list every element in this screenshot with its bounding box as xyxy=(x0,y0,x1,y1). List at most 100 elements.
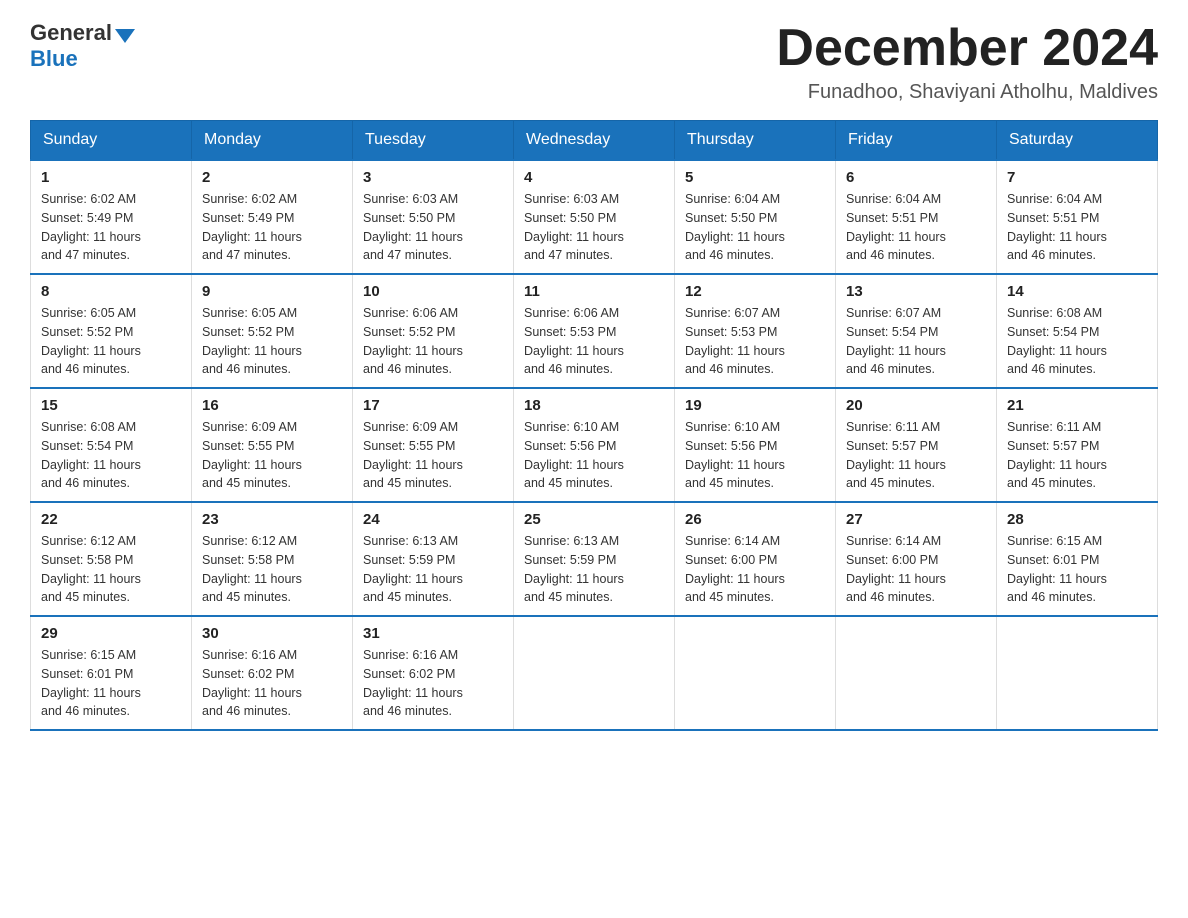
calendar-cell: 26 Sunrise: 6:14 AMSunset: 6:00 PMDayligh… xyxy=(675,502,836,616)
calendar-cell: 10 Sunrise: 6:06 AMSunset: 5:52 PMDayligh… xyxy=(353,274,514,388)
calendar-cell: 2 Sunrise: 6:02 AMSunset: 5:49 PMDaylight… xyxy=(192,160,353,274)
calendar-cell: 12 Sunrise: 6:07 AMSunset: 5:53 PMDayligh… xyxy=(675,274,836,388)
day-number: 14 xyxy=(1007,283,1147,300)
calendar-header-thursday: Thursday xyxy=(675,121,836,161)
day-number: 17 xyxy=(363,397,503,414)
calendar-cell: 8 Sunrise: 6:05 AMSunset: 5:52 PMDaylight… xyxy=(31,274,192,388)
calendar-cell: 4Sunrise: 6:03 AMSunset: 5:50 PMDaylight… xyxy=(514,160,675,274)
day-info: Sunrise: 6:13 AMSunset: 5:59 PMDaylight:… xyxy=(363,532,503,607)
day-number: 8 xyxy=(41,283,181,300)
day-number: 1 xyxy=(41,169,181,186)
calendar-cell xyxy=(836,616,997,730)
day-number: 19 xyxy=(685,397,825,414)
day-info: Sunrise: 6:14 AMSunset: 6:00 PMDaylight:… xyxy=(846,532,986,607)
calendar-cell: 3Sunrise: 6:03 AMSunset: 5:50 PMDaylight… xyxy=(353,160,514,274)
day-info: Sunrise: 6:06 AMSunset: 5:52 PMDaylight:… xyxy=(363,304,503,379)
calendar-cell: 25Sunrise: 6:13 AMSunset: 5:59 PMDayligh… xyxy=(514,502,675,616)
day-info: Sunrise: 6:06 AMSunset: 5:53 PMDaylight:… xyxy=(524,304,664,379)
calendar-cell xyxy=(997,616,1158,730)
logo: General Blue xyxy=(30,20,135,72)
day-info: Sunrise: 6:12 AMSunset: 5:58 PMDaylight:… xyxy=(202,532,342,607)
day-info: Sunrise: 6:05 AMSunset: 5:52 PMDaylight:… xyxy=(41,304,181,379)
day-info: Sunrise: 6:07 AMSunset: 5:53 PMDaylight:… xyxy=(685,304,825,379)
day-info: Sunrise: 6:09 AMSunset: 5:55 PMDaylight:… xyxy=(363,418,503,493)
calendar-cell: 30Sunrise: 6:16 AMSunset: 6:02 PMDayligh… xyxy=(192,616,353,730)
day-number: 28 xyxy=(1007,511,1147,528)
day-info: Sunrise: 6:15 AMSunset: 6:01 PMDaylight:… xyxy=(1007,532,1147,607)
day-info: Sunrise: 6:07 AMSunset: 5:54 PMDaylight:… xyxy=(846,304,986,379)
day-number: 18 xyxy=(524,397,664,414)
calendar-cell: 6 Sunrise: 6:04 AMSunset: 5:51 PMDaylight… xyxy=(836,160,997,274)
day-info: Sunrise: 6:04 AMSunset: 5:50 PMDaylight:… xyxy=(685,190,825,265)
location-title: Funadhoo, Shaviyani Atholhu, Maldives xyxy=(776,81,1158,104)
calendar-cell: 1 Sunrise: 6:02 AMSunset: 5:49 PMDaylight… xyxy=(31,160,192,274)
day-number: 25 xyxy=(524,511,664,528)
calendar-cell: 9Sunrise: 6:05 AMSunset: 5:52 PMDaylight… xyxy=(192,274,353,388)
calendar-week-2: 8 Sunrise: 6:05 AMSunset: 5:52 PMDaylight… xyxy=(31,274,1158,388)
calendar-cell: 5 Sunrise: 6:04 AMSunset: 5:50 PMDaylight… xyxy=(675,160,836,274)
day-number: 22 xyxy=(41,511,181,528)
day-number: 11 xyxy=(524,283,664,300)
calendar-cell: 19 Sunrise: 6:10 AMSunset: 5:56 PMDayligh… xyxy=(675,388,836,502)
calendar-week-5: 29 Sunrise: 6:15 AMSunset: 6:01 PMDayligh… xyxy=(31,616,1158,730)
calendar-table: SundayMondayTuesdayWednesdayThursdayFrid… xyxy=(30,120,1158,731)
day-info: Sunrise: 6:05 AMSunset: 5:52 PMDaylight:… xyxy=(202,304,342,379)
day-number: 26 xyxy=(685,511,825,528)
day-number: 2 xyxy=(202,169,342,186)
day-number: 16 xyxy=(202,397,342,414)
day-number: 10 xyxy=(363,283,503,300)
calendar-header-wednesday: Wednesday xyxy=(514,121,675,161)
day-info: Sunrise: 6:04 AMSunset: 5:51 PMDaylight:… xyxy=(846,190,986,265)
day-info: Sunrise: 6:10 AMSunset: 5:56 PMDaylight:… xyxy=(685,418,825,493)
calendar-cell: 27 Sunrise: 6:14 AMSunset: 6:00 PMDayligh… xyxy=(836,502,997,616)
calendar-cell: 18Sunrise: 6:10 AMSunset: 5:56 PMDayligh… xyxy=(514,388,675,502)
day-number: 5 xyxy=(685,169,825,186)
page-header: General Blue December 2024 Funadhoo, Sha… xyxy=(30,20,1158,104)
logo-blue-text: Blue xyxy=(30,46,78,72)
calendar-cell: 16 Sunrise: 6:09 AMSunset: 5:55 PMDayligh… xyxy=(192,388,353,502)
day-info: Sunrise: 6:15 AMSunset: 6:01 PMDaylight:… xyxy=(41,646,181,721)
day-number: 7 xyxy=(1007,169,1147,186)
day-info: Sunrise: 6:16 AMSunset: 6:02 PMDaylight:… xyxy=(363,646,503,721)
day-info: Sunrise: 6:09 AMSunset: 5:55 PMDaylight:… xyxy=(202,418,342,493)
day-info: Sunrise: 6:08 AMSunset: 5:54 PMDaylight:… xyxy=(1007,304,1147,379)
calendar-header-tuesday: Tuesday xyxy=(353,121,514,161)
day-info: Sunrise: 6:04 AMSunset: 5:51 PMDaylight:… xyxy=(1007,190,1147,265)
calendar-cell: 17 Sunrise: 6:09 AMSunset: 5:55 PMDayligh… xyxy=(353,388,514,502)
day-number: 6 xyxy=(846,169,986,186)
day-number: 15 xyxy=(41,397,181,414)
day-number: 4 xyxy=(524,169,664,186)
calendar-header-sunday: Sunday xyxy=(31,121,192,161)
calendar-week-3: 15 Sunrise: 6:08 AMSunset: 5:54 PMDayligh… xyxy=(31,388,1158,502)
day-info: Sunrise: 6:12 AMSunset: 5:58 PMDaylight:… xyxy=(41,532,181,607)
calendar-cell: 24Sunrise: 6:13 AMSunset: 5:59 PMDayligh… xyxy=(353,502,514,616)
calendar-header-friday: Friday xyxy=(836,121,997,161)
day-number: 20 xyxy=(846,397,986,414)
day-info: Sunrise: 6:14 AMSunset: 6:00 PMDaylight:… xyxy=(685,532,825,607)
month-title: December 2024 xyxy=(776,20,1158,77)
calendar-cell: 21Sunrise: 6:11 AMSunset: 5:57 PMDayligh… xyxy=(997,388,1158,502)
calendar-cell: 11 Sunrise: 6:06 AMSunset: 5:53 PMDayligh… xyxy=(514,274,675,388)
calendar-header-monday: Monday xyxy=(192,121,353,161)
day-info: Sunrise: 6:11 AMSunset: 5:57 PMDaylight:… xyxy=(1007,418,1147,493)
calendar-cell: 14 Sunrise: 6:08 AMSunset: 5:54 PMDayligh… xyxy=(997,274,1158,388)
calendar-cell: 22 Sunrise: 6:12 AMSunset: 5:58 PMDayligh… xyxy=(31,502,192,616)
logo-general-text: General xyxy=(30,20,112,46)
calendar-cell xyxy=(514,616,675,730)
day-number: 29 xyxy=(41,625,181,642)
logo-arrow-icon xyxy=(115,29,135,43)
calendar-week-4: 22 Sunrise: 6:12 AMSunset: 5:58 PMDayligh… xyxy=(31,502,1158,616)
day-info: Sunrise: 6:02 AMSunset: 5:49 PMDaylight:… xyxy=(41,190,181,265)
calendar-cell: 28 Sunrise: 6:15 AMSunset: 6:01 PMDayligh… xyxy=(997,502,1158,616)
calendar-cell: 7 Sunrise: 6:04 AMSunset: 5:51 PMDaylight… xyxy=(997,160,1158,274)
day-info: Sunrise: 6:02 AMSunset: 5:49 PMDaylight:… xyxy=(202,190,342,265)
calendar-cell: 31Sunrise: 6:16 AMSunset: 6:02 PMDayligh… xyxy=(353,616,514,730)
day-info: Sunrise: 6:08 AMSunset: 5:54 PMDaylight:… xyxy=(41,418,181,493)
day-number: 27 xyxy=(846,511,986,528)
day-number: 12 xyxy=(685,283,825,300)
day-number: 30 xyxy=(202,625,342,642)
day-info: Sunrise: 6:11 AMSunset: 5:57 PMDaylight:… xyxy=(846,418,986,493)
day-number: 23 xyxy=(202,511,342,528)
day-number: 3 xyxy=(363,169,503,186)
calendar-cell: 23 Sunrise: 6:12 AMSunset: 5:58 PMDayligh… xyxy=(192,502,353,616)
